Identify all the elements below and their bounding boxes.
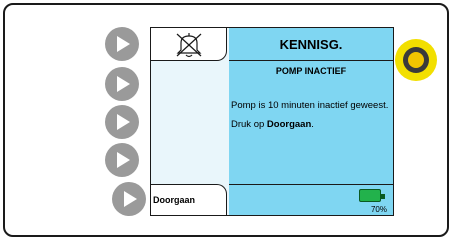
battery-percent: 70% (370, 205, 387, 214)
alarm-silenced-bell-icon (176, 33, 202, 58)
play-arrow-icon (124, 191, 137, 207)
continue-softkey[interactable]: Doorgaan (151, 184, 227, 215)
side-button-2[interactable] (105, 67, 139, 101)
play-arrow-icon (117, 114, 130, 130)
device-screen: KENNISG. POMP INACTIEF Pomp is 10 minute… (150, 27, 394, 216)
play-arrow-icon (117, 36, 130, 52)
message-line-2: Druk op Doorgaan. (231, 119, 391, 130)
side-button-3[interactable] (105, 105, 139, 139)
notification-title: KENNISG. (229, 28, 393, 61)
battery-icon (359, 189, 381, 202)
message-line-1: Pomp is 10 minuten inactief geweest. (231, 100, 389, 111)
message-line-2-prefix: Druk op (231, 119, 267, 130)
play-arrow-icon (117, 152, 130, 168)
side-button-4[interactable] (105, 143, 139, 177)
notification-subtitle: POMP INACTIEF (275, 66, 347, 76)
selection-knob[interactable] (395, 39, 437, 81)
side-button-1[interactable] (105, 27, 139, 61)
play-arrow-icon (117, 76, 130, 92)
message-line-2-action: Doorgaan (266, 119, 312, 130)
alarm-silenced-tab (151, 28, 227, 61)
battery-cap (381, 194, 385, 199)
message-line-2-suffix: . (311, 119, 314, 130)
side-button-5[interactable] (112, 182, 146, 216)
knob-highlight-dot (408, 52, 424, 68)
status-bar: 70% (229, 184, 393, 215)
